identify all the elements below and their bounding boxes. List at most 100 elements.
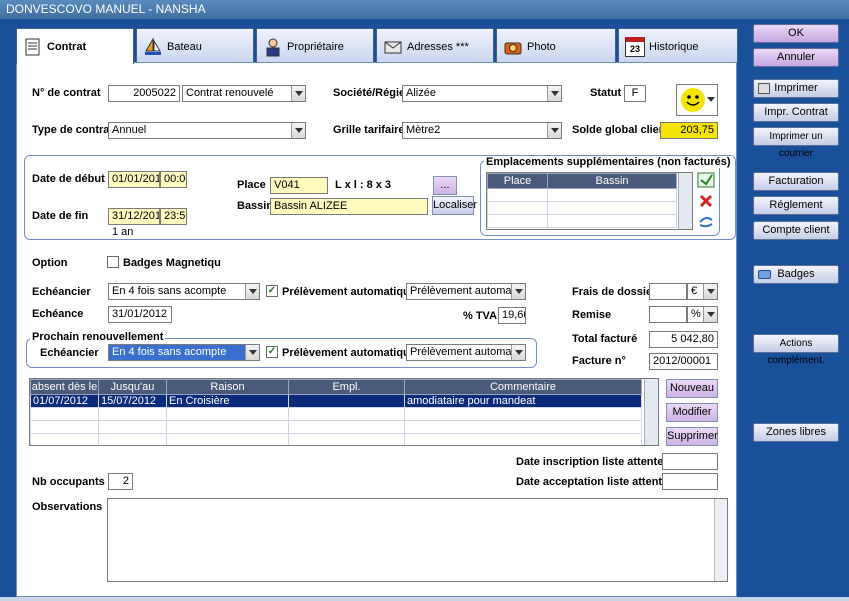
frais-unit-select[interactable]: € [687,283,718,300]
renouv-echeancier-value: En 4 fois sans acompte [112,346,227,358]
absences-table[interactable]: absent dès le Jusqu'au Raison Empl. Comm… [29,378,659,446]
type-contrat-select[interactable]: Annuel [108,122,306,139]
card-icon [758,270,771,279]
date-debut-field[interactable]: 01/01/2012 [108,171,160,188]
table-row[interactable] [30,420,642,434]
remise-unit-select[interactable]: % [687,306,718,323]
place-field[interactable]: V041 [270,177,328,194]
solde-field: 203,75 [660,122,718,139]
societe-select[interactable]: Alizée [402,85,562,102]
cell-empl [288,394,405,408]
nb-occupants-field[interactable]: 2 [108,473,133,490]
tab-historique[interactable]: 23 Historique [618,28,738,64]
remise-unit-value: % [691,308,701,320]
scrollbar[interactable] [714,499,727,581]
title-bar: DONVESCOVO MANUEL - NANSHA [0,0,849,19]
tab-photo[interactable]: Photo [496,28,616,64]
tab-adresses[interactable]: Adresses *** [376,28,494,64]
renouv-prelevement-checkbox[interactable]: ✓ [266,346,278,358]
chevron-down-icon [245,345,259,360]
duree-text: 1 an [112,226,134,238]
imprimer-courrier-button[interactable]: Imprimer un courrier [753,127,839,159]
emplacements-table[interactable]: Place Bassin [486,172,693,230]
frais-dossier-field[interactable] [649,283,687,300]
renouv-echeancier-label: Echéancier [40,347,99,359]
observations-field[interactable] [107,498,728,582]
reglement-button[interactable]: Réglement [753,196,839,215]
badges-button[interactable]: Badges [753,265,839,284]
tab-label: Photo [527,40,556,53]
col-raison[interactable]: Raison [166,379,289,395]
modifier-button[interactable]: Modifier [666,403,718,422]
prelevement-value: Prélèvement automatique [410,285,526,297]
annuler-button[interactable]: Annuler [753,48,839,67]
grille-select[interactable]: Mètre2 [402,122,562,139]
place-label: Place [237,179,266,191]
renouv-echeancier-select[interactable]: En 4 fois sans acompte [108,344,260,361]
type-contrat-label: Type de contrat [32,124,114,136]
echeance-field[interactable]: 31/01/2012 [108,306,172,323]
delete-row-icon[interactable] [697,193,715,209]
statut-label: Statut [590,87,622,99]
ok-button[interactable]: OK [753,24,839,43]
nouveau-button[interactable]: Nouveau [666,379,718,398]
refresh-icon[interactable] [697,213,715,229]
tab-contrat[interactable]: Contrat [16,28,134,64]
window-title: DONVESCOVO MANUEL - NANSHA [6,2,206,16]
statut-field[interactable]: F [624,85,646,102]
time-debut-field[interactable]: 00:00 [160,171,187,188]
scrollbar[interactable] [644,379,658,445]
col-bassin[interactable]: Bassin [547,173,677,189]
col-empl[interactable]: Empl. [288,379,405,395]
date-fin-field[interactable]: 31/12/2012 [108,208,160,225]
time-fin-field[interactable]: 23:59 [160,208,187,225]
renouv-prelevement-value: Prélèvement automatique [410,346,526,358]
bassin-field[interactable]: Bassin ALIZEE [270,198,428,215]
place-browse-button[interactable]: ... [433,176,457,195]
col-jusquau[interactable]: Jusqu'au [98,379,167,395]
echeancier-select[interactable]: En 4 fois sans acompte [108,283,260,300]
societe-value: Alizée [406,87,436,99]
prelevement-checkbox[interactable]: ✓ [266,285,278,297]
acceptation-field[interactable] [662,473,718,490]
renouv-prelevement-select[interactable]: Prélèvement automatique [406,344,526,361]
remise-field[interactable] [649,306,687,323]
add-row-icon[interactable] [697,172,715,188]
smiley-select[interactable] [676,84,718,116]
contract-number-field[interactable]: 2005022 [108,85,180,102]
contract-status-select[interactable]: Contrat renouvelé [182,85,306,102]
grille-label: Grille tarifaire [333,124,405,136]
tab-proprietaire[interactable]: Propriétaire [256,28,374,64]
zones-libres-button[interactable]: Zones libres [753,423,839,442]
col-place[interactable]: Place [487,173,548,189]
empty-cell [547,201,677,215]
prelevement-select[interactable]: Prélèvement automatique [406,283,526,300]
empty-cell [547,214,677,228]
option-label: Option [32,257,68,269]
facturation-button[interactable]: Facturation [753,172,839,191]
table-row[interactable] [30,433,642,445]
localiser-button[interactable]: Localiser [432,196,477,215]
frais-unit-value: € [691,285,698,297]
nb-occupants-label: Nb occupants [32,476,105,488]
badges-checkbox[interactable] [107,256,119,268]
table-row[interactable]: 01/07/2012 15/07/2012 En Croisière amodi… [30,394,642,408]
tab-bateau[interactable]: Bateau [136,28,254,64]
chevron-down-icon [703,284,717,299]
compte-client-button[interactable]: Compte client [753,221,839,240]
inscription-field[interactable] [662,453,718,470]
actions-button[interactable]: Actions complément. [753,334,839,366]
supprimer-button[interactable]: Supprimer [666,427,718,446]
cell-absent: 01/07/2012 [30,394,99,408]
table-row[interactable] [30,407,642,421]
scrollbar[interactable] [678,173,692,229]
col-absent[interactable]: absent dès le [30,379,99,395]
impr-contrat-button[interactable]: Impr. Contrat [753,103,839,122]
imprimer-button[interactable]: Imprimer [753,79,839,98]
tab-label: Propriétaire [287,40,344,53]
col-commentaire[interactable]: Commentaire [404,379,642,395]
calendar-icon: 23 [625,36,645,57]
tva-field[interactable]: 19,60 [498,307,526,324]
chevron-down-icon [291,123,305,138]
printer-icon [758,83,770,94]
